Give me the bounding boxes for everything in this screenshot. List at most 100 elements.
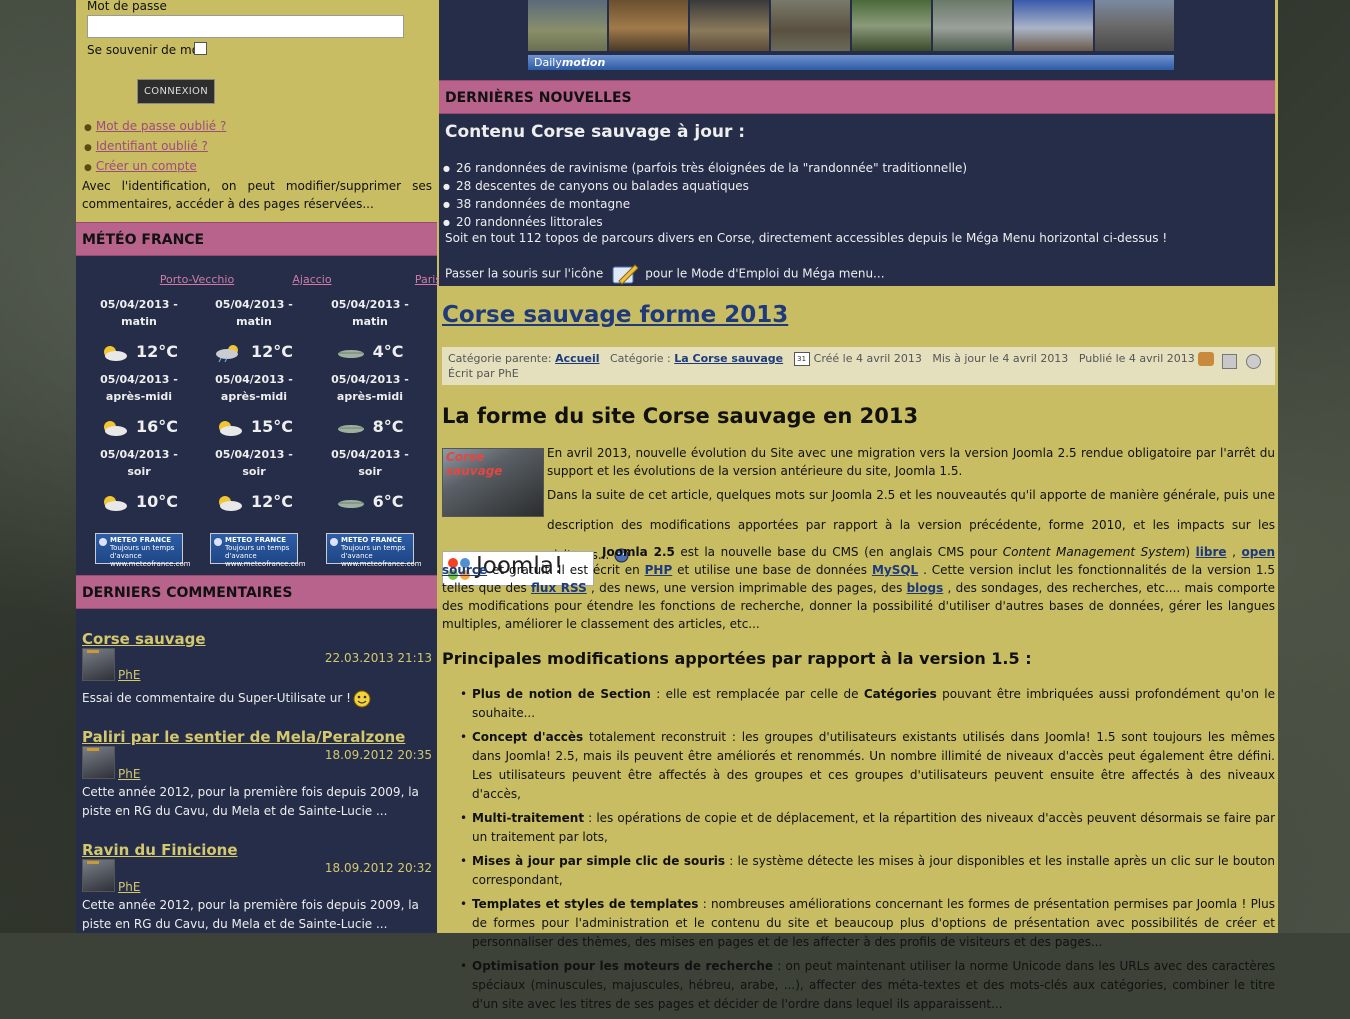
forecast-period: matin <box>121 315 157 328</box>
logo-text: METEO FRANCE <box>110 536 172 544</box>
smiley-icon <box>353 690 371 707</box>
logo-text: METEO FRANCE <box>225 536 287 544</box>
libre-link[interactable]: libre <box>1196 545 1227 559</box>
comment-author-link[interactable]: PhE <box>118 668 140 682</box>
list-item: Multi-traitement : les opérations de cop… <box>460 809 1275 847</box>
video-thumbnail[interactable] <box>1014 0 1093 51</box>
video-gallery: Dailymotion <box>439 0 1275 80</box>
meteofrance-logo[interactable]: METEO FRANCE Toujours un temps d'avance ww… <box>95 533 191 568</box>
sun-cloud-icon <box>218 420 242 436</box>
forecast-temp: 12°C <box>196 342 312 362</box>
video-thumbnail[interactable] <box>609 0 688 51</box>
forecast-date-text: 05/04/2013 - <box>331 373 409 386</box>
forecast-temp: 4°C <box>312 342 428 362</box>
megamenu-hint: Passer la souris sur l'icône pour le Mode… <box>445 261 885 287</box>
joomla-lead: Joomla 2.5 <box>602 545 675 559</box>
forecast-date-text: 05/04/2013 - <box>331 448 409 461</box>
comment-title-link[interactable]: Ravin du Finicione <box>82 841 238 859</box>
forecast-period: matin <box>352 315 388 328</box>
logo-text: Toujours un temps d'avance <box>110 544 175 560</box>
password-input[interactable] <box>87 15 404 38</box>
category-link[interactable]: La Corse sauvage <box>674 352 783 365</box>
video-thumbnail[interactable] <box>528 0 607 51</box>
para-text: , des news, une version imprimable des p… <box>586 581 907 595</box>
logo-text: Toujours un temps d'avance <box>341 544 406 560</box>
forecast-date: 05/04/2013 - soir <box>81 446 197 480</box>
joomla-paragraph: Joomla 2.5 est la nouvelle base du CMS (… <box>442 543 1275 633</box>
comment-date: 22.03.2013 21:13 <box>324 651 432 665</box>
logo-text: www.meteofrance.com <box>225 560 306 568</box>
para-text: et utilise une base de données <box>672 563 872 577</box>
logo-text: www.meteofrance.com <box>341 560 422 568</box>
comment-text: Cette année 2012, pour la première fois … <box>82 898 419 931</box>
meteofrance-logo[interactable]: METEO FRANCE Toujours un temps d'avance ww… <box>326 533 422 568</box>
temp-value: 10°C <box>135 492 178 511</box>
forecast-temp: 8°C <box>312 417 428 437</box>
password-label: Mot de passe <box>87 0 167 13</box>
comment-date: 18.09.2012 20:32 <box>324 861 432 875</box>
forecast-temp: 6°C <box>312 492 428 512</box>
comment-author-link[interactable]: PhE <box>118 880 140 894</box>
article-title-link[interactable]: Corse sauvage forme 2013 <box>442 302 788 328</box>
dailymotion-bar[interactable]: Dailymotion <box>528 55 1174 70</box>
main-content: Dailymotion DERNIÈRES NOUVELLES Contenu … <box>439 0 1275 1011</box>
mysql-link[interactable]: MySQL <box>872 563 918 577</box>
list-item: 20 randonnées littorales <box>443 213 967 231</box>
wind-cloud-icon <box>337 349 364 358</box>
dailymotion-logo-text: Daily <box>534 56 562 69</box>
forecast-temp: 12°C <box>81 342 197 362</box>
list-item: 28 descentes de canyons ou balades aquat… <box>443 177 967 195</box>
blogs-link[interactable]: blogs <box>907 581 944 595</box>
parent-category-link[interactable]: Accueil <box>555 352 599 365</box>
email-icon[interactable] <box>1246 354 1261 369</box>
temp-value: 6°C <box>372 492 404 511</box>
list-item: Mises à jour par simple clic de souris :… <box>460 852 1275 890</box>
list-item: Concept d'accès totalement reconstruit :… <box>460 728 1275 804</box>
image-caption: Corse sauvage <box>446 450 503 478</box>
mod-lead: Multi-traitement <box>472 811 585 825</box>
site-wrapper: Mot de passe Se souvenir de moi CONNEXIO… <box>76 0 1278 1011</box>
comment-title-link[interactable]: Corse sauvage <box>82 630 206 648</box>
php-link[interactable]: PHP <box>645 563 673 577</box>
temp-value: 4°C <box>372 342 404 361</box>
intro-text: En avril 2013, nouvelle évolution du Sit… <box>547 446 1275 478</box>
megamenu-help-icon[interactable] <box>611 261 639 287</box>
forgot-username-link[interactable]: Identifiant oublié ? <box>96 139 208 153</box>
sun-cloud-icon <box>103 420 127 436</box>
avatar <box>82 859 115 892</box>
print-icon[interactable] <box>1222 354 1237 369</box>
list-item: Optimisation pour les moteurs de recherc… <box>460 957 1275 1014</box>
forecast-temp: 15°C <box>196 417 312 437</box>
forecast-period: matin <box>236 315 272 328</box>
create-account-link[interactable]: Créer un compte <box>96 159 197 173</box>
comment-author-link[interactable]: PhE <box>118 767 140 781</box>
rss-link[interactable]: flux RSS <box>531 581 587 595</box>
news-summary: Soit en tout 112 topos de parcours diver… <box>445 231 1168 245</box>
video-thumbnail[interactable] <box>690 0 769 51</box>
video-thumbnail[interactable] <box>933 0 1012 51</box>
logo-text: Toujours un temps d'avance <box>225 544 290 560</box>
calendar-icon: 31 <box>793 352 810 366</box>
comment-title-link[interactable]: Paliri par le sentier de Mela/Peralzone <box>82 728 405 746</box>
video-thumbnail[interactable] <box>771 0 850 51</box>
remember-checkbox[interactable] <box>194 42 207 55</box>
meteofrance-logo[interactable]: METEO FRANCE Toujours un temps d'avance ww… <box>210 533 306 568</box>
city-link-porto-vecchio[interactable]: Porto-Vecchio <box>139 273 255 286</box>
meta-author: Écrit par PhE <box>448 367 519 380</box>
login-button[interactable]: CONNEXION <box>137 79 215 104</box>
video-thumbnail[interactable] <box>852 0 931 51</box>
forgot-password-link[interactable]: Mot de passe oublié ? <box>96 119 227 133</box>
para-text: ) <box>1185 545 1196 559</box>
mod-lead: Templates et styles de templates <box>472 897 699 911</box>
mod-lead: Optimisation pour les moteurs de recherc… <box>472 959 774 973</box>
temp-value: 8°C <box>372 417 404 436</box>
news-header: DERNIÈRES NOUVELLES <box>439 80 1275 114</box>
mod-text: : les opérations de copie et de déplacem… <box>472 811 1275 844</box>
city-link-ajaccio[interactable]: Ajaccio <box>254 273 370 286</box>
comment-text: Essai de commentaire du Super-Utilisate … <box>82 689 434 708</box>
forecast-period: soir <box>127 465 151 478</box>
video-thumbnail[interactable] <box>1095 0 1174 51</box>
forecast-date: 05/04/2013 - matin <box>81 296 197 330</box>
temp-value: 12°C <box>250 492 293 511</box>
mod-text: totalement reconstruit : les groupes d'u… <box>472 730 1276 801</box>
